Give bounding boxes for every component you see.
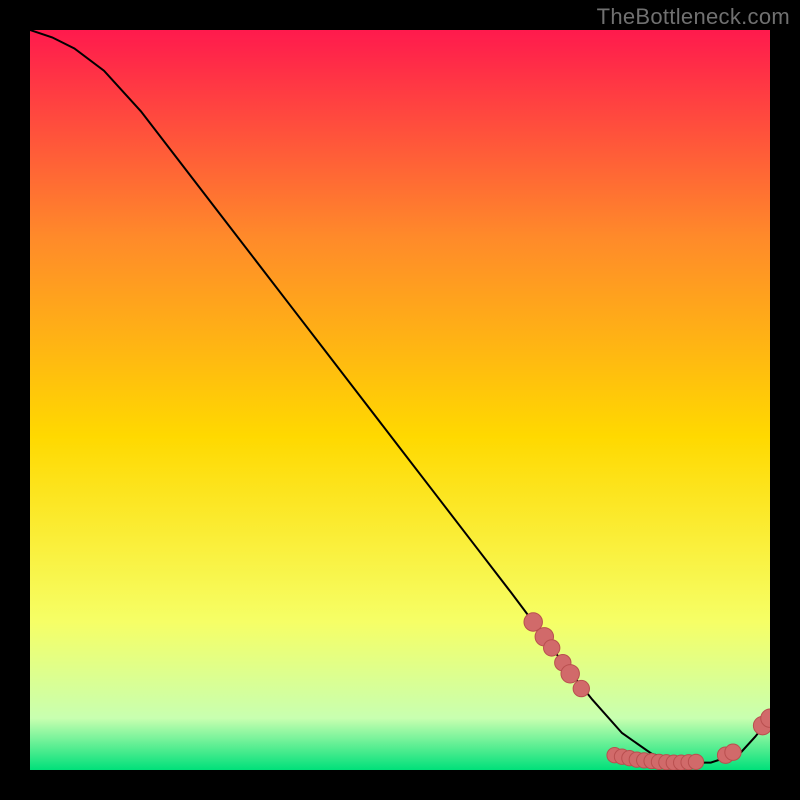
gradient-background [30,30,770,770]
chart-plot-area [30,30,770,770]
watermark-text: TheBottleneck.com [597,4,790,30]
chart-stage: TheBottleneck.com [0,0,800,800]
curve-marker [561,665,579,683]
chart-svg [30,30,770,770]
curve-marker [544,640,560,656]
curve-marker [573,680,589,696]
curve-marker [725,744,741,760]
curve-marker [688,754,703,769]
